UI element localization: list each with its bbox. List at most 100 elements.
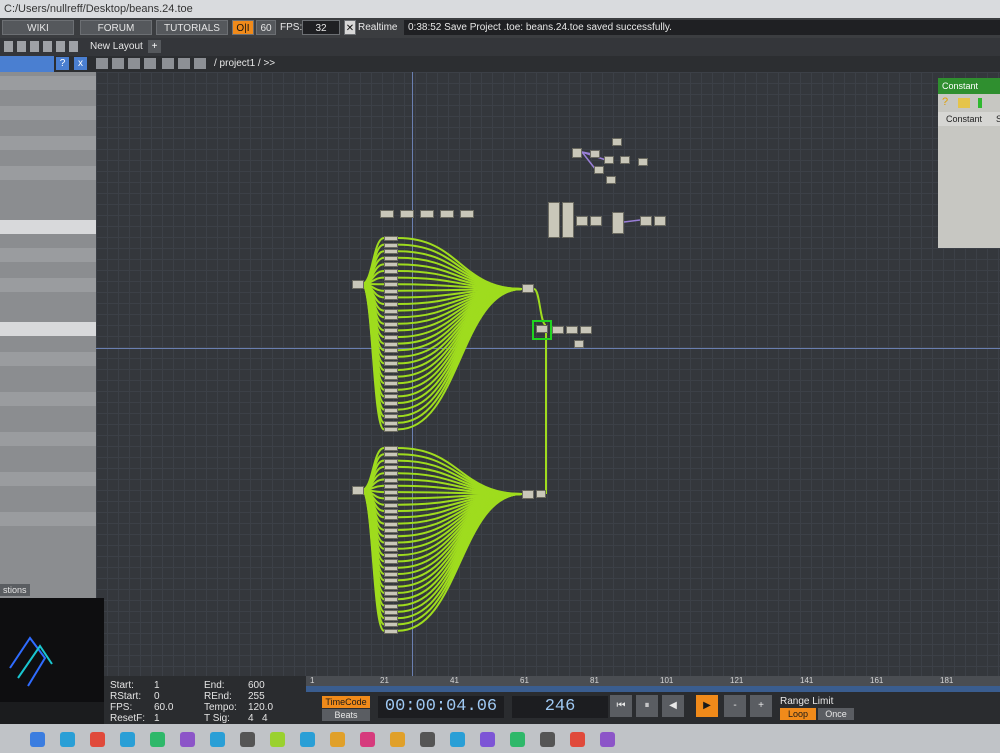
network-node[interactable] bbox=[384, 328, 398, 334]
network-node[interactable] bbox=[384, 414, 398, 420]
network-node[interactable] bbox=[384, 515, 398, 521]
timeline-ruler[interactable]: 1 21 41 61 81 101 121 141 161 181 bbox=[306, 676, 1000, 686]
network-node[interactable] bbox=[552, 326, 564, 334]
network-node[interactable] bbox=[384, 540, 398, 546]
rend-value[interactable]: 255 bbox=[248, 691, 265, 702]
taskbar-app-icon[interactable] bbox=[90, 732, 105, 747]
tsig-b[interactable]: 4 bbox=[262, 713, 268, 724]
network-node[interactable] bbox=[548, 202, 560, 238]
network-node[interactable] bbox=[384, 401, 398, 406]
network-node[interactable] bbox=[562, 202, 574, 238]
network-node[interactable] bbox=[590, 216, 602, 226]
network-node[interactable] bbox=[566, 326, 578, 334]
network-node[interactable] bbox=[384, 590, 398, 596]
network-node[interactable] bbox=[352, 280, 364, 289]
network-node[interactable] bbox=[440, 210, 454, 218]
network-node[interactable] bbox=[576, 216, 588, 226]
network-node[interactable] bbox=[420, 210, 434, 218]
network-node[interactable] bbox=[384, 483, 398, 489]
bypass-icon[interactable] bbox=[978, 98, 982, 108]
taskbar-app-icon[interactable] bbox=[450, 732, 465, 747]
taskbar-app-icon[interactable] bbox=[540, 732, 555, 747]
network-node[interactable] bbox=[384, 407, 398, 413]
network-node[interactable] bbox=[384, 242, 398, 248]
tab-constant[interactable]: Constant S bbox=[938, 112, 1000, 126]
loop-button[interactable]: Loop bbox=[780, 708, 816, 720]
network-node[interactable] bbox=[522, 284, 534, 293]
taskbar-app-icon[interactable] bbox=[120, 732, 135, 747]
network-node[interactable] bbox=[384, 446, 398, 451]
network-node[interactable] bbox=[384, 628, 398, 634]
start-value[interactable]: 1 bbox=[154, 680, 204, 691]
taskbar-app-icon[interactable] bbox=[570, 732, 585, 747]
network-node[interactable] bbox=[384, 308, 398, 314]
network-node[interactable] bbox=[580, 326, 592, 334]
network-node[interactable] bbox=[384, 288, 398, 294]
rstart-value[interactable]: 0 bbox=[154, 691, 204, 702]
frame-display[interactable]: 246 bbox=[512, 696, 608, 718]
tempo-value[interactable]: 120.0 bbox=[248, 702, 273, 713]
network-node[interactable] bbox=[384, 348, 398, 354]
network-node[interactable] bbox=[522, 490, 534, 499]
network-node[interactable] bbox=[384, 559, 398, 565]
network-node[interactable] bbox=[620, 156, 630, 164]
network-node[interactable] bbox=[384, 361, 398, 367]
network-node[interactable] bbox=[384, 387, 398, 393]
network-node[interactable] bbox=[384, 572, 398, 577]
network-node[interactable] bbox=[384, 616, 398, 622]
play-reverse-icon[interactable]: ◀ bbox=[662, 695, 684, 717]
network-node[interactable] bbox=[384, 275, 398, 281]
timecode-button[interactable]: TimeCode bbox=[322, 696, 370, 708]
network-node[interactable] bbox=[384, 565, 398, 571]
network-node[interactable] bbox=[380, 210, 394, 218]
once-button[interactable]: Once bbox=[818, 708, 854, 720]
network-node[interactable] bbox=[384, 578, 398, 584]
network-node[interactable] bbox=[384, 502, 398, 508]
network-node[interactable] bbox=[384, 553, 398, 559]
network-node[interactable] bbox=[384, 452, 398, 458]
network-node[interactable] bbox=[400, 210, 414, 218]
taskbar-app-icon[interactable] bbox=[300, 732, 315, 747]
network-node[interactable] bbox=[384, 546, 398, 552]
python-icon[interactable] bbox=[958, 98, 970, 108]
taskbar-app-icon[interactable] bbox=[240, 732, 255, 747]
taskbar-app-icon[interactable] bbox=[150, 732, 165, 747]
network-node[interactable] bbox=[384, 236, 398, 241]
taskbar-app-icon[interactable] bbox=[330, 732, 345, 747]
viewer-panel[interactable]: stions bbox=[0, 584, 104, 702]
network-node[interactable] bbox=[640, 216, 652, 226]
network-node[interactable] bbox=[384, 255, 398, 261]
network-node[interactable] bbox=[384, 354, 398, 360]
taskbar-app-icon[interactable] bbox=[270, 732, 285, 747]
resetf-value[interactable]: 1 bbox=[154, 713, 204, 724]
network-node[interactable] bbox=[604, 156, 614, 164]
network-node[interactable] bbox=[572, 148, 582, 158]
rewind-icon[interactable]: ⏮ bbox=[610, 695, 632, 717]
network-node[interactable] bbox=[384, 603, 398, 609]
taskbar-app-icon[interactable] bbox=[420, 732, 435, 747]
fps-value-field[interactable]: 60.0 bbox=[154, 702, 204, 713]
taskbar-app-icon[interactable] bbox=[30, 732, 45, 747]
network-node[interactable] bbox=[384, 282, 398, 288]
network-node[interactable] bbox=[536, 490, 546, 498]
network-node[interactable] bbox=[384, 509, 398, 514]
network-node[interactable] bbox=[384, 394, 398, 400]
network-node[interactable] bbox=[384, 527, 398, 533]
network-node[interactable] bbox=[384, 315, 398, 321]
network-node[interactable] bbox=[574, 340, 584, 348]
network-node[interactable] bbox=[384, 381, 398, 387]
network-node[interactable] bbox=[384, 335, 398, 340]
network-node[interactable] bbox=[594, 166, 604, 174]
beats-button[interactable]: Beats bbox=[322, 709, 370, 721]
network-node[interactable] bbox=[654, 216, 666, 226]
network-node[interactable] bbox=[384, 477, 398, 483]
step-forward-icon[interactable]: + bbox=[750, 695, 772, 717]
network-node[interactable] bbox=[352, 486, 364, 495]
network-node[interactable] bbox=[384, 374, 398, 380]
network-node[interactable] bbox=[384, 471, 398, 477]
network-node[interactable] bbox=[384, 368, 398, 373]
network-node[interactable] bbox=[590, 150, 600, 158]
timeline-range-bar[interactable] bbox=[306, 686, 1000, 692]
selected-node[interactable] bbox=[532, 320, 552, 340]
network-node[interactable] bbox=[384, 302, 398, 307]
